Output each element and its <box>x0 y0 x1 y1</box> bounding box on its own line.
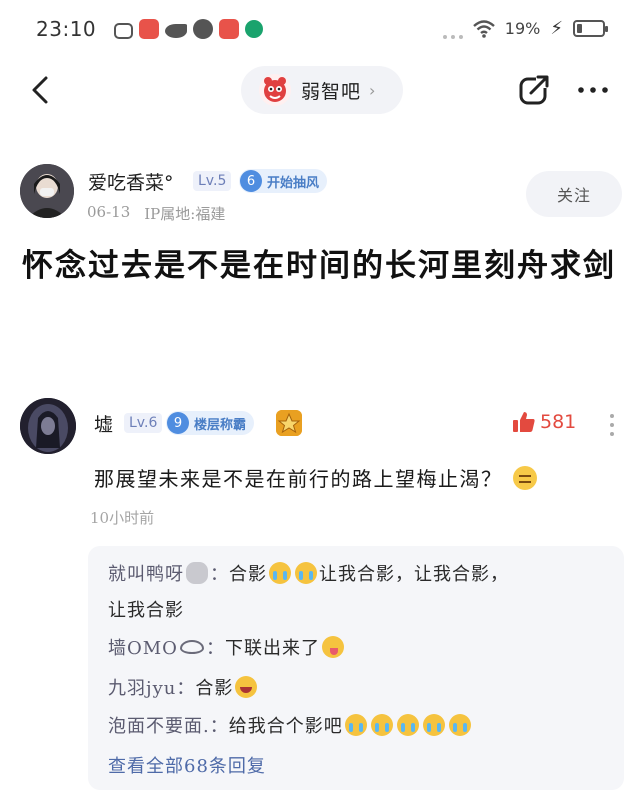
forum-avatar <box>259 74 291 106</box>
taobao-icon <box>219 19 239 39</box>
view-all-replies-link[interactable]: 查看全部68条回复 <box>108 752 266 778</box>
back-arrow-icon <box>32 76 48 104</box>
commenter-title-badge: 9 楼层称霸 <box>166 411 255 435</box>
status-bar: 23:10 19% ⚡ <box>0 0 643 58</box>
laughing-emoji-icon <box>235 676 258 698</box>
reply-user[interactable]: 就叫鸭呀 <box>108 560 184 586</box>
back-button[interactable] <box>24 72 60 108</box>
notification-icons <box>114 19 263 39</box>
like-count: 581 <box>540 411 577 433</box>
crying-emoji-icon <box>370 714 393 736</box>
forum-name: 弱智吧 <box>301 80 362 103</box>
reply-text: 合影 <box>195 678 234 699</box>
comment-time: 10小时前 <box>90 509 155 527</box>
like-button[interactable]: 581 <box>512 410 576 434</box>
more-options-button[interactable] <box>574 72 614 108</box>
crown-badge-icon <box>276 410 302 436</box>
crying-emoji-icon <box>448 714 471 736</box>
reply-user[interactable]: 泡面不要面. <box>108 712 210 738</box>
reply-list: 就叫鸭呀 ： 合影 让我合影，让我合影， 让我合影 墙OMO ： 下联出来了 九… <box>88 546 624 790</box>
author-level-badge: Lv.5 <box>193 171 232 191</box>
reply-separator: ： <box>209 716 229 737</box>
mouse-emoji-icon <box>186 562 208 584</box>
title-level-number: 9 <box>167 412 189 434</box>
commenter-avatar[interactable] <box>20 398 76 454</box>
battery-icon <box>573 20 608 37</box>
follow-button[interactable]: 关注 <box>526 171 622 217</box>
reply-item[interactable]: 就叫鸭呀 ： 合影 让我合影，让我合影， <box>108 560 509 586</box>
chevron-right-icon: › <box>369 80 376 100</box>
ip-location: IP属地:福建 <box>144 205 226 223</box>
system-icons: 19% ⚡ <box>442 18 608 39</box>
thinking-emoji-icon <box>512 465 537 490</box>
chat-icon <box>193 19 213 39</box>
crying-emoji-icon <box>422 714 445 736</box>
title-text: 楼层称霸 <box>194 417 247 433</box>
reply-item[interactable]: 泡面不要面. ： 给我合个影吧 <box>108 712 473 738</box>
author-avatar[interactable] <box>20 164 74 218</box>
reply-item[interactable]: 墙OMO ： 下联出来了 <box>108 634 346 660</box>
crying-emoji-icon <box>269 562 291 584</box>
commenter-name[interactable]: 墟 <box>94 410 113 437</box>
reply-user[interactable]: 九羽jyu <box>108 674 176 700</box>
reply-text: 合影 <box>229 564 267 585</box>
green-app-icon <box>245 20 263 38</box>
comment-text: 那展望未来是不是在前行的路上望梅止渴？ <box>94 467 503 491</box>
post-title: 怀念过去是不是在时间的长河里刻舟求剑 <box>22 248 616 284</box>
author-title-badge: 6 开始抽风 <box>239 169 328 193</box>
eye-emoji-icon <box>179 640 204 654</box>
signal-icon <box>442 31 463 39</box>
comment-text-row: 那展望未来是不是在前行的路上望梅止渴？ <box>94 463 537 492</box>
title-level-number: 6 <box>240 170 262 192</box>
reply-separator: ： <box>205 638 225 659</box>
vertical-dots-icon <box>610 414 614 436</box>
red-app-icon <box>139 19 159 39</box>
reply-separator: ： <box>176 678 196 699</box>
reply-item-continued: 让我合影 <box>108 596 184 622</box>
reply-separator: ： <box>210 564 229 585</box>
tv-app-icon <box>114 22 133 39</box>
more-dots-icon <box>578 87 608 93</box>
status-time: 23:10 <box>36 17 97 41</box>
reply-user[interactable]: 墙OMO <box>108 634 178 660</box>
charging-icon: ⚡ <box>550 18 563 39</box>
crying-emoji-icon <box>396 714 419 736</box>
bird-app-icon <box>165 23 187 38</box>
crying-emoji-icon <box>295 562 317 584</box>
wifi-icon <box>472 19 495 38</box>
reply-item[interactable]: 九羽jyu ： 合影 <box>108 674 259 700</box>
post-meta: 06-13 IP属地:福建 <box>87 203 225 224</box>
crying-emoji-icon <box>344 714 367 736</box>
tongue-emoji-icon <box>321 636 344 658</box>
author-name[interactable]: 爱吃香菜° <box>88 168 174 195</box>
forum-link[interactable]: 弱智吧 › <box>241 66 403 114</box>
post-date: 06-13 <box>87 203 131 221</box>
thumbs-up-icon <box>512 410 536 434</box>
reply-text: 下联出来了 <box>224 638 320 659</box>
nav-bar: 弱智吧 › <box>0 58 643 124</box>
reply-text: 让我合影，让我合影， <box>319 564 509 585</box>
share-icon <box>519 74 550 105</box>
reply-text: 让我合影 <box>108 600 184 621</box>
comment-more-button[interactable] <box>605 410 619 440</box>
title-text: 开始抽风 <box>267 175 320 191</box>
reply-text: 给我合个影吧 <box>228 716 343 737</box>
battery-percent: 19% <box>504 19 541 38</box>
share-button[interactable] <box>516 72 552 108</box>
commenter-level-badge: Lv.6 <box>124 413 163 433</box>
